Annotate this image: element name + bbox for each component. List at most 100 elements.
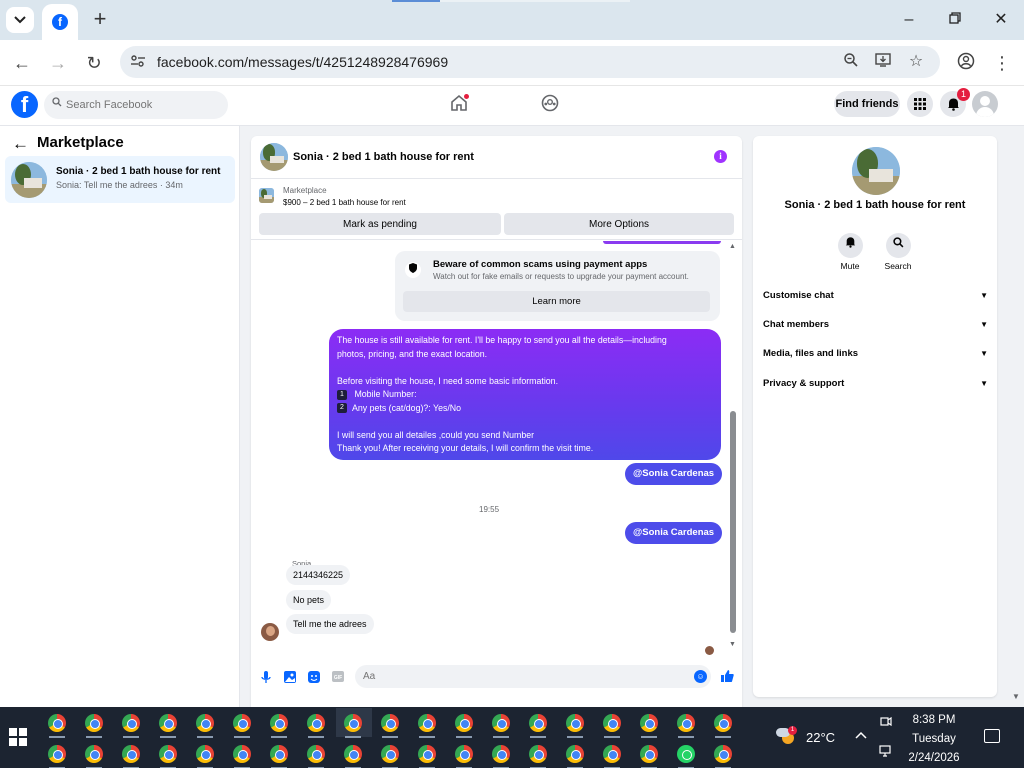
chrome-app-icon[interactable] <box>714 714 732 732</box>
site-info-icon[interactable] <box>130 53 148 71</box>
chrome-app-icon[interactable] <box>85 745 103 763</box>
address-bar[interactable]: facebook.com/messages/t/4251248928476969… <box>120 46 940 78</box>
chat-title[interactable]: Sonia · 2 bed 1 bath house for rent <box>293 151 474 163</box>
page-scroll-down-icon[interactable]: ▼ <box>1012 692 1020 701</box>
message-input[interactable] <box>363 669 683 684</box>
chrome-app-icon[interactable] <box>529 745 547 763</box>
windows-start-icon[interactable] <box>9 728 27 746</box>
chrome-app-icon[interactable] <box>381 714 399 732</box>
reload-icon[interactable]: ↻ <box>83 52 105 74</box>
chrome-app-icon[interactable] <box>677 714 695 732</box>
restore-icon[interactable] <box>945 10 965 30</box>
scrollbar-thumb[interactable] <box>730 411 736 633</box>
chrome-app-icon[interactable] <box>492 745 510 763</box>
minimize-icon[interactable]: – <box>899 10 919 30</box>
menu-grid-icon[interactable] <box>907 91 933 117</box>
thumbs-up-icon[interactable] <box>720 669 734 686</box>
chat-avatar[interactable] <box>260 143 288 171</box>
back-arrow-icon[interactable]: ← <box>12 134 29 154</box>
gif-icon[interactable]: GIF <box>331 671 345 685</box>
chrome-app-icon[interactable] <box>529 714 547 732</box>
chrome-app-icon[interactable] <box>640 714 658 732</box>
temperature[interactable]: 22°C <box>806 730 835 745</box>
privacy-support-row[interactable]: Privacy & support ▼ <box>763 374 988 394</box>
tab-search-icon[interactable] <box>6 7 34 33</box>
chrome-app-icon[interactable] <box>196 714 214 732</box>
chrome-app-icon[interactable] <box>48 714 66 732</box>
browser-tab-facebook[interactable]: f <box>42 4 78 40</box>
find-friends-button[interactable]: Find friends <box>834 91 900 117</box>
chrome-app-icon[interactable] <box>381 745 399 763</box>
facebook-search[interactable] <box>44 91 228 119</box>
chrome-app-icon[interactable] <box>48 745 66 763</box>
incoming-message[interactable]: 2144346225 <box>286 565 351 585</box>
chrome-app-icon[interactable] <box>85 714 103 732</box>
chrome-app-icon[interactable] <box>640 745 658 763</box>
chrome-app-icon[interactable] <box>307 714 325 732</box>
close-icon[interactable]: ✕ <box>991 10 1011 30</box>
chrome-app-icon[interactable] <box>418 714 436 732</box>
meet-now-icon[interactable] <box>880 715 892 730</box>
listing-item[interactable]: $900 – 2 bed 1 bath house for rent <box>283 198 406 207</box>
chrome-app-icon[interactable] <box>603 745 621 763</box>
chrome-app-icon[interactable] <box>122 745 140 763</box>
forward-icon[interactable]: → <box>47 52 69 74</box>
chrome-app-icon[interactable] <box>492 714 510 732</box>
chrome-app-icon[interactable] <box>196 745 214 763</box>
chrome-app-icon[interactable] <box>233 714 251 732</box>
star-icon[interactable]: ☆ <box>906 52 926 72</box>
groups-icon[interactable] <box>538 94 562 118</box>
mute-button[interactable]: Mute <box>830 233 870 271</box>
facebook-logo-icon[interactable]: f <box>11 91 38 118</box>
sender-avatar[interactable] <box>261 623 279 641</box>
weather-icon[interactable]: 1 <box>776 726 797 746</box>
chrome-app-icon[interactable] <box>455 745 473 763</box>
mention-message[interactable]: @Sonia Cardenas <box>625 463 723 485</box>
customise-chat-row[interactable]: Customise chat ▼ <box>763 286 988 306</box>
chrome-app-icon[interactable] <box>566 714 584 732</box>
sticker-icon[interactable] <box>307 671 321 685</box>
media-files-links-row[interactable]: Media, files and links ▼ <box>763 344 988 364</box>
chrome-app-icon[interactable] <box>159 745 177 763</box>
incoming-message[interactable]: Tell me the adrees <box>286 614 374 634</box>
back-icon[interactable]: ← <box>11 52 33 74</box>
incoming-message[interactable]: No pets <box>286 590 332 610</box>
menu-icon[interactable]: ⋮ <box>991 52 1013 74</box>
scroll-down-icon[interactable]: ▼ <box>729 641 736 648</box>
chat-members-row[interactable]: Chat members ▼ <box>763 315 988 335</box>
list-item[interactable]: Sonia · 2 bed 1 bath house for rent Soni… <box>5 156 235 203</box>
outgoing-message[interactable]: The house is still available for rent. I… <box>329 329 721 460</box>
chevron-up-icon[interactable] <box>855 728 867 742</box>
mark-pending-button[interactable]: Mark as pending <box>259 213 501 235</box>
chrome-app-icon[interactable] <box>122 714 140 732</box>
chrome-app-icon[interactable] <box>714 745 732 763</box>
chrome-app-icon[interactable] <box>344 745 362 763</box>
chrome-app-icon[interactable] <box>344 714 362 732</box>
mention-message[interactable]: @Sonia Cardenas <box>625 522 723 544</box>
url-text[interactable]: facebook.com/messages/t/4251248928476969 <box>157 54 448 70</box>
chrome-app-icon[interactable] <box>270 745 288 763</box>
chrome-app-icon[interactable] <box>455 714 473 732</box>
action-center-icon[interactable] <box>984 729 1000 743</box>
install-icon[interactable] <box>873 52 893 72</box>
chrome-app-icon[interactable] <box>270 714 288 732</box>
chrome-app-icon[interactable] <box>307 745 325 763</box>
emoji-icon[interactable]: ☺ <box>694 670 707 683</box>
search-input[interactable] <box>66 96 216 114</box>
avatar[interactable] <box>972 91 998 117</box>
clock[interactable]: 8:38 PM Tuesday 2/24/2026 <box>898 711 970 768</box>
search-button[interactable]: Search <box>878 233 918 271</box>
chrome-app-icon[interactable] <box>418 745 436 763</box>
chrome-app-icon[interactable] <box>233 745 251 763</box>
microphone-icon[interactable] <box>259 671 273 685</box>
plus-icon[interactable]: + <box>90 8 110 30</box>
network-icon[interactable] <box>879 745 893 760</box>
profile-icon[interactable] <box>955 52 977 74</box>
message-input-box[interactable]: ☺ <box>355 665 711 688</box>
whatsapp-app-icon[interactable] <box>677 745 695 763</box>
chrome-app-icon[interactable] <box>603 714 621 732</box>
scroll-up-icon[interactable]: ▲ <box>729 243 736 250</box>
chrome-app-icon[interactable] <box>159 714 177 732</box>
learn-more-button[interactable]: Learn more <box>403 291 710 312</box>
info-icon[interactable]: i <box>714 150 727 163</box>
